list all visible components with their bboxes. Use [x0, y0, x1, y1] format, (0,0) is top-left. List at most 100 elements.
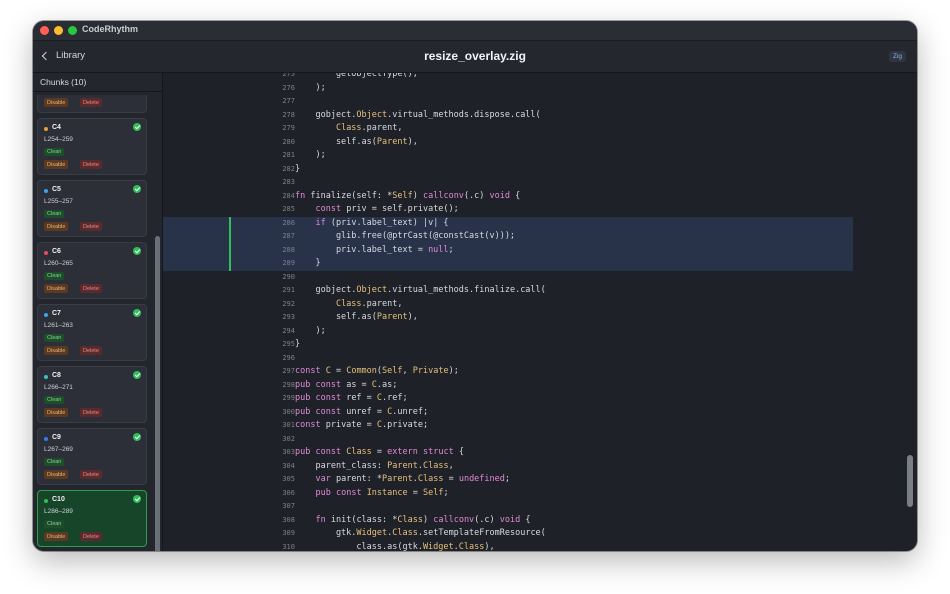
chunk-card[interactable]: C9 L267–269 Clean Disable Delete	[37, 428, 147, 485]
code-line[interactable]: 283	[163, 176, 903, 190]
code-line[interactable]: 297 const C = Common(Self, Private);	[163, 365, 903, 379]
code-line[interactable]: 305 var parent: *Parent.Class = undefine…	[163, 473, 903, 487]
chunk-color-dot	[44, 499, 48, 503]
line-number: 278	[282, 110, 295, 119]
chunk-card[interactable]: Disable Delete	[37, 95, 147, 113]
chunk-card[interactable]: C8 L266–271 Clean Disable Delete	[37, 366, 147, 423]
app-window: CodeRhythm Library resize_overlay.zig Zi…	[33, 21, 917, 551]
code-line[interactable]: 309 gtk.Widget.Class.setTemplateFromReso…	[163, 527, 903, 541]
editor-scrollbar-thumb[interactable]	[907, 455, 913, 507]
zoom-window-button[interactable]	[68, 26, 77, 35]
delete-chunk-button[interactable]: Delete	[80, 160, 102, 169]
code-line[interactable]: 290	[163, 271, 903, 285]
code-line[interactable]: 276 );	[163, 82, 903, 96]
line-number: 282	[282, 164, 295, 173]
code-line[interactable]: 275 getObjectType();	[163, 73, 903, 82]
line-number: 284	[282, 191, 295, 200]
code-line[interactable]: 278 gobject.Object.virtual_methods.dispo…	[163, 109, 903, 123]
chunk-name: C7	[52, 310, 61, 317]
code-text: pub const as = C.as;	[295, 379, 398, 390]
code-line[interactable]: 279 Class.parent,	[163, 122, 903, 136]
minimize-window-button[interactable]	[54, 26, 63, 35]
delete-chunk-button[interactable]: Delete	[80, 408, 102, 417]
delete-chunk-button[interactable]: Delete	[80, 532, 102, 541]
chunk-card[interactable]: C6 L260–265 Clean Disable Delete	[37, 242, 147, 299]
code-line[interactable]: 299 pub const ref = C.ref;	[163, 392, 903, 406]
code-line[interactable]: 284 fn finalize(self: *Self) callconv(.c)…	[163, 190, 903, 204]
code-line[interactable]: 302	[163, 433, 903, 447]
line-number: 287	[282, 232, 295, 240]
line-number: 310	[282, 542, 295, 551]
disable-chunk-button[interactable]: Disable	[44, 160, 69, 169]
code-text: self.as(Parent),	[295, 312, 418, 322]
disable-chunk-button[interactable]: Disable	[44, 98, 69, 107]
code-text: glib.free(@ptrCast(@constCast(v)));	[295, 231, 516, 241]
disable-chunk-button[interactable]: Disable	[44, 470, 69, 479]
sidebar-scrollbar-thumb[interactable]	[155, 236, 160, 551]
file-title: resize_overlay.zig	[424, 49, 526, 63]
code-line[interactable]: 301 const private = C.private;	[163, 419, 903, 433]
line-number: 280	[282, 137, 295, 146]
line-number: 276	[282, 83, 295, 92]
delete-chunk-button[interactable]: Delete	[80, 346, 102, 355]
code-text: const priv = self.private();	[315, 204, 459, 214]
line-number: 309	[282, 529, 295, 537]
disable-chunk-button[interactable]: Disable	[44, 346, 69, 355]
line-number: 281	[282, 151, 295, 159]
code-line[interactable]: 288 priv.label_text = null;	[163, 243, 853, 257]
delete-chunk-button[interactable]: Delete	[80, 98, 102, 107]
line-number: 277	[282, 97, 295, 105]
code-line[interactable]: 300 pub const unref = C.unref;	[163, 406, 903, 420]
code-text: getObjectType();	[295, 73, 418, 79]
status-badge: Clean	[44, 272, 65, 280]
code-line[interactable]: 277	[163, 95, 903, 109]
chunk-card[interactable]: C4 L254–259 Clean Disable Delete	[37, 118, 147, 175]
code-text: fn init(class: *Class) callconv(.c) void…	[315, 514, 531, 525]
code-line[interactable]: 287 glib.free(@ptrCast(@constCast(v)));	[163, 230, 853, 244]
delete-chunk-button[interactable]: Delete	[80, 284, 102, 293]
code-line[interactable]: 304 parent_class: Parent.Class,	[163, 460, 903, 474]
code-line[interactable]: 280 self.as(Parent),	[163, 136, 903, 150]
code-line[interactable]: 281 );	[163, 149, 903, 163]
code-line[interactable]: 289 }	[163, 257, 853, 271]
code-line[interactable]: 310 class.as(gtk.Widget.Class),	[163, 541, 903, 552]
chunk-line-range: L255–257	[44, 198, 73, 205]
chunk-card[interactable]: C7 L261–263 Clean Disable Delete	[37, 304, 147, 361]
code-line[interactable]: 306 pub const Instance = Self;	[163, 487, 903, 501]
code-line[interactable]: 298 pub const as = C.as;	[163, 379, 903, 393]
line-number: 301	[282, 421, 295, 429]
language-badge: Zig	[888, 51, 906, 62]
line-number: 279	[282, 124, 295, 132]
code-line[interactable]: 286 if (priv.label_text) |v| {	[163, 216, 853, 230]
code-line[interactable]: 293 self.as(Parent),	[163, 311, 903, 325]
code-line[interactable]: 308 fn init(class: *Class) callconv(.c) …	[163, 514, 903, 528]
line-number: 283	[282, 178, 295, 186]
line-number: 285	[282, 205, 295, 213]
code-line[interactable]: 282}	[163, 163, 903, 177]
code-line[interactable]: 303 pub const Class = extern struct {	[163, 446, 903, 460]
delete-chunk-button[interactable]: Delete	[80, 470, 102, 479]
chunk-card[interactable]: C5 L255–257 Clean Disable Delete	[37, 180, 147, 237]
code-line[interactable]: 296	[163, 352, 903, 366]
line-number: 288	[282, 245, 295, 254]
code-line[interactable]: 294 );	[163, 325, 903, 339]
chunk-color-dot	[44, 375, 48, 379]
line-number: 293	[282, 313, 295, 321]
code-editor[interactable]: 311310 class.as(gtk.Widget.Class),309 gt…	[163, 73, 917, 551]
check-circle-icon	[133, 433, 141, 441]
code-line[interactable]: 285 const priv = self.private();	[163, 203, 903, 217]
code-line[interactable]: 307	[163, 500, 903, 514]
close-window-button[interactable]	[40, 26, 49, 35]
disable-chunk-button[interactable]: Disable	[44, 222, 69, 231]
code-line[interactable]: 292 Class.parent,	[163, 298, 903, 312]
disable-chunk-button[interactable]: Disable	[44, 284, 69, 293]
chunk-list[interactable]: Disable Delete C4 L254–259 Clean Disable Delet…	[33, 93, 162, 551]
disable-chunk-button[interactable]: Disable	[44, 532, 69, 541]
code-line[interactable]: 291 gobject.Object.virtual_methods.final…	[163, 284, 903, 298]
delete-chunk-button[interactable]: Delete	[80, 222, 102, 231]
chunk-card[interactable]: C10 L286–289 Clean Disable Delete	[37, 490, 147, 547]
chunk-color-dot	[44, 313, 48, 317]
chunk-name: C5	[52, 186, 61, 193]
disable-chunk-button[interactable]: Disable	[44, 408, 69, 417]
code-line[interactable]: 295}	[163, 338, 903, 352]
